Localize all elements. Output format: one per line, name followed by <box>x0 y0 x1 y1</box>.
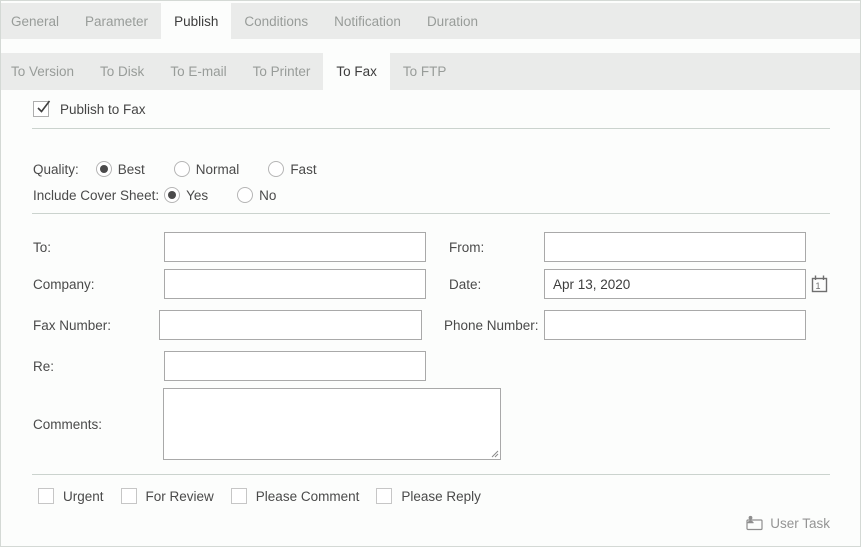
form-row-comments: Comments: <box>1 388 860 460</box>
tab-parameter[interactable]: Parameter <box>72 3 161 39</box>
tab-to-email[interactable]: To E-mail <box>157 53 239 90</box>
tab-general[interactable]: General <box>1 3 72 39</box>
tab-to-disk[interactable]: To Disk <box>87 53 157 90</box>
phone-number-label: Phone Number: <box>422 318 544 333</box>
comments-textarea[interactable] <box>163 388 501 460</box>
radio-yes[interactable] <box>164 187 180 203</box>
fax-number-label: Fax Number: <box>33 318 159 333</box>
to-input[interactable] <box>164 232 426 262</box>
tab-bar-gap <box>1 39 860 53</box>
re-input[interactable] <box>164 351 426 381</box>
for-review-label: For Review <box>146 489 214 504</box>
quality-option-fast[interactable]: Fast <box>268 161 316 177</box>
please-reply-label: Please Reply <box>401 489 481 504</box>
tab-conditions[interactable]: Conditions <box>231 3 321 39</box>
svg-text:1: 1 <box>815 281 820 291</box>
resize-handle-icon[interactable] <box>490 449 499 458</box>
please-reply-checkbox[interactable] <box>376 488 392 504</box>
divider <box>32 474 830 475</box>
radio-fast-label: Fast <box>290 162 316 177</box>
secondary-tab-bar: To Version To Disk To E-mail To Printer … <box>1 53 860 90</box>
radio-normal-label: Normal <box>196 162 240 177</box>
from-input[interactable] <box>544 232 806 262</box>
flag-urgent[interactable]: Urgent <box>38 488 104 504</box>
user-task-badge: User Task <box>745 515 830 531</box>
cover-sheet-radio-group: Include Cover Sheet: Yes No <box>33 186 860 204</box>
tab-to-version[interactable]: To Version <box>1 53 87 90</box>
cover-sheet-label: Include Cover Sheet: <box>33 188 159 203</box>
date-label: Date: <box>426 277 544 292</box>
divider <box>32 213 830 214</box>
publish-to-fax-label: Publish to Fax <box>60 102 146 117</box>
to-label: To: <box>33 240 164 255</box>
quality-option-best[interactable]: Best <box>96 161 145 177</box>
quality-label: Quality: <box>33 162 79 177</box>
flag-please-reply[interactable]: Please Reply <box>376 488 481 504</box>
form-row-fax-phone: Fax Number: Phone Number: <box>1 310 860 340</box>
publish-to-fax-panel: General Parameter Publish Conditions Not… <box>0 0 861 547</box>
date-input[interactable] <box>544 269 806 299</box>
tab-publish[interactable]: Publish <box>161 3 231 39</box>
cover-sheet-option-yes[interactable]: Yes <box>164 187 208 203</box>
please-comment-checkbox[interactable] <box>231 488 247 504</box>
flags-row: Urgent For Review Please Comment Please … <box>38 488 860 504</box>
divider <box>32 128 830 129</box>
tab-to-fax[interactable]: To Fax <box>323 53 390 90</box>
cover-sheet-option-no[interactable]: No <box>237 187 276 203</box>
primary-tab-bar: General Parameter Publish Conditions Not… <box>1 3 860 39</box>
radio-no-label: No <box>259 188 276 203</box>
calendar-icon[interactable]: 1 <box>810 274 830 294</box>
flag-for-review[interactable]: For Review <box>121 488 214 504</box>
form-row-re: Re: <box>1 351 860 381</box>
tab-to-printer[interactable]: To Printer <box>240 53 324 90</box>
comments-label: Comments: <box>33 417 163 432</box>
tab-duration[interactable]: Duration <box>414 3 491 39</box>
radio-no[interactable] <box>237 187 253 203</box>
flag-please-comment[interactable]: Please Comment <box>231 488 360 504</box>
tab-to-ftp[interactable]: To FTP <box>390 53 460 90</box>
publish-to-fax-checkbox[interactable] <box>33 101 49 117</box>
fax-number-input[interactable] <box>159 310 422 340</box>
user-task-label: User Task <box>770 516 830 531</box>
publish-to-fax-row: Publish to Fax <box>33 101 860 117</box>
phone-number-input[interactable] <box>544 310 806 340</box>
radio-fast[interactable] <box>268 161 284 177</box>
from-label: From: <box>426 240 544 255</box>
radio-normal[interactable] <box>174 161 190 177</box>
urgent-checkbox[interactable] <box>38 488 54 504</box>
company-input[interactable] <box>164 269 426 299</box>
form-row-to-from: To: From: <box>1 232 860 262</box>
radio-yes-label: Yes <box>186 188 208 203</box>
re-label: Re: <box>33 359 164 374</box>
please-comment-label: Please Comment <box>256 489 360 504</box>
tab-notification[interactable]: Notification <box>321 3 414 39</box>
for-review-checkbox[interactable] <box>121 488 137 504</box>
checkmark-icon <box>35 99 51 115</box>
form-row-company-date: Company: Date: 1 <box>1 269 860 299</box>
radio-best-label: Best <box>118 162 145 177</box>
urgent-label: Urgent <box>63 489 104 504</box>
company-label: Company: <box>33 277 164 292</box>
quality-radio-group: Quality: Best Normal Fast <box>33 160 860 178</box>
quality-option-normal[interactable]: Normal <box>174 161 240 177</box>
user-task-icon <box>745 515 764 531</box>
radio-best[interactable] <box>96 161 112 177</box>
